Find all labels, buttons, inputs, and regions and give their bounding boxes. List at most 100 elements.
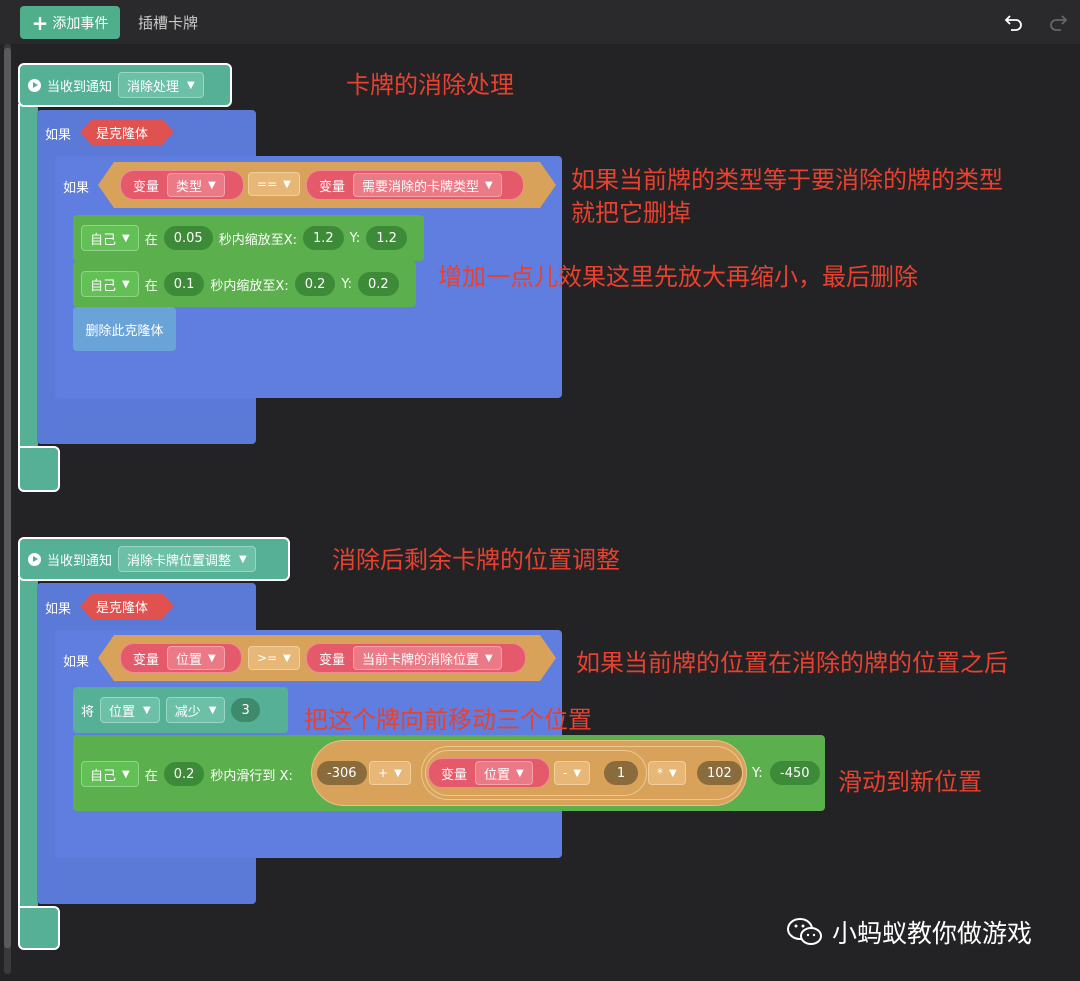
operator-value: + xyxy=(378,766,389,780)
y-input[interactable]: -450 xyxy=(770,761,820,785)
seconds-input[interactable]: 0.05 xyxy=(163,226,213,250)
variable-label: 变量 xyxy=(133,179,160,195)
plus-operator-dropdown[interactable]: + ▼ xyxy=(369,761,411,785)
add-event-button[interactable]: + 添加事件 xyxy=(20,6,120,39)
variable-name: 需要消除的卡牌类型 xyxy=(362,179,480,195)
message-dropdown[interactable]: 消除卡牌位置调整 ▼ xyxy=(118,546,256,572)
chevron-down-icon: ▼ xyxy=(122,768,130,780)
scrollbar-thumb[interactable] xyxy=(4,48,11,948)
event-stem xyxy=(18,577,38,915)
variable-label: 变量 xyxy=(133,652,160,668)
if-label: 如果 xyxy=(45,602,72,617)
chevron-down-icon: ▼ xyxy=(187,79,195,91)
change-variable-block[interactable]: 将 位置 ▼ 减少 ▼ 3 xyxy=(73,687,288,733)
variable-block[interactable]: 变量 需要消除的卡牌类型 ▼ xyxy=(306,170,524,200)
minus-operator-dropdown[interactable]: - ▼ xyxy=(554,761,591,785)
y-label: Y: xyxy=(341,276,353,292)
wechat-icon xyxy=(787,918,822,945)
at-label: 在 xyxy=(144,768,158,784)
scale-block-2[interactable]: 自己 ▼ 在 0.1 秒内缩放至X: 0.2 Y: 0.2 xyxy=(73,261,416,307)
tab-slot-cards[interactable]: 插槽卡牌 xyxy=(138,12,198,33)
plus-icon: + xyxy=(31,10,49,35)
amount-input[interactable]: 3 xyxy=(231,698,260,722)
redo-icon[interactable] xyxy=(1046,10,1070,34)
play-icon xyxy=(28,552,41,566)
watermark: 小蚂蚁教你做游戏 xyxy=(786,914,1032,950)
when-receive-block-1[interactable]: 当收到通知 消除处理 ▼ xyxy=(18,63,232,107)
variable-block[interactable]: 变量 位置 ▼ xyxy=(120,643,242,673)
target-value: 自己 xyxy=(90,232,117,248)
annotation-scale-effect: 增加一点儿效果这里先放大再缩小，最后删除 xyxy=(438,263,918,291)
chevron-down-icon: ▼ xyxy=(239,553,247,565)
variable-dropdown[interactable]: 需要消除的卡牌类型 ▼ xyxy=(353,173,502,197)
y-label: Y: xyxy=(752,766,763,781)
variable-label: 变量 xyxy=(319,179,346,195)
chevron-down-icon: ▼ xyxy=(143,704,151,716)
scale-block-1[interactable]: 自己 ▼ 在 0.05 秒内缩放至X: 1.2 Y: 1.2 xyxy=(73,215,424,261)
glide-prefix: 自己 ▼ 在 0.2 秒内滑行到 X: xyxy=(81,761,293,787)
if-label: 如果 xyxy=(45,128,72,143)
is-clone-label: 是克隆体 xyxy=(96,126,149,142)
mode-dropdown[interactable]: 减少 ▼ xyxy=(165,697,226,723)
y-input[interactable]: 1.2 xyxy=(366,226,407,250)
y-label: Y: xyxy=(349,230,361,246)
target-dropdown[interactable]: 自己 ▼ xyxy=(81,761,139,787)
target-value: 自己 xyxy=(90,768,117,784)
x-input[interactable]: 0.2 xyxy=(294,272,336,296)
watermark-text: 小蚂蚁教你做游戏 xyxy=(832,919,1033,948)
variable-name: 位置 xyxy=(109,704,136,720)
chevron-down-icon: ▼ xyxy=(208,704,217,716)
variable-name: 当前卡牌的消除位置 xyxy=(362,652,480,668)
variable-name: 位置 xyxy=(176,652,203,668)
operator-value: == xyxy=(257,177,278,191)
seconds-input[interactable]: 0.2 xyxy=(163,762,205,786)
message-dropdown[interactable]: 消除处理 ▼ xyxy=(118,72,204,98)
variable-block[interactable]: 变量 位置 ▼ xyxy=(428,758,550,788)
variable-dropdown[interactable]: 位置 ▼ xyxy=(167,646,225,670)
multiplier-input[interactable]: 102 xyxy=(697,761,742,785)
variable-dropdown[interactable]: 位置 ▼ xyxy=(475,761,533,785)
variable-name: 类型 xyxy=(176,179,203,195)
scale-label: 秒内缩放至X: xyxy=(210,278,289,294)
play-icon xyxy=(28,78,41,92)
if-label: 如果 xyxy=(63,181,90,196)
event-stem xyxy=(18,104,38,454)
when-receive-block-2[interactable]: 当收到通知 消除卡牌位置调整 ▼ xyxy=(18,537,290,581)
variable-dropdown[interactable]: 位置 ▼ xyxy=(100,697,160,723)
annotation-type-check: 如果当前牌的类型等于要消除的牌的类型 xyxy=(571,166,1003,194)
chevron-down-icon: ▼ xyxy=(283,178,291,190)
annotation-delete-it: 就把它删掉 xyxy=(571,199,691,227)
chevron-down-icon: ▼ xyxy=(516,767,524,779)
annotation-reposition: 消除后剩余卡牌的位置调整 xyxy=(332,546,620,574)
operator-value: >= xyxy=(257,651,278,665)
scale-label: 秒内缩放至X: xyxy=(218,232,297,248)
variable-block[interactable]: 变量 类型 ▼ xyxy=(120,170,244,200)
is-clone-block[interactable]: 是克隆体 xyxy=(80,593,174,619)
subtract-value-input[interactable]: 1 xyxy=(604,761,638,785)
operator-dropdown[interactable]: == ▼ xyxy=(248,172,300,196)
chevron-down-icon: ▼ xyxy=(573,767,582,779)
variable-dropdown[interactable]: 当前卡牌的消除位置 ▼ xyxy=(353,646,502,670)
operator-dropdown[interactable]: >= ▼ xyxy=(248,646,300,670)
at-label: 在 xyxy=(144,278,158,294)
target-dropdown[interactable]: 自己 ▼ xyxy=(81,225,139,251)
variable-dropdown[interactable]: 类型 ▼ xyxy=(167,173,225,197)
mode-value: 减少 xyxy=(174,704,201,720)
is-clone-block[interactable]: 是克隆体 xyxy=(80,119,174,145)
base-x-input[interactable]: -306 xyxy=(317,761,367,785)
target-dropdown[interactable]: 自己 ▼ xyxy=(81,271,139,297)
chevron-down-icon: ▼ xyxy=(122,278,130,290)
delete-clone-block[interactable]: 删除此克隆体 xyxy=(73,307,176,351)
times-operator-dropdown[interactable]: * ▼ xyxy=(648,761,686,785)
variable-block[interactable]: 变量 当前卡牌的消除位置 ▼ xyxy=(306,643,526,673)
undo-icon[interactable] xyxy=(1002,10,1026,34)
x-input[interactable]: 1.2 xyxy=(302,226,344,250)
message-value: 消除卡牌位置调整 xyxy=(127,553,232,569)
operator-value: - xyxy=(563,766,568,780)
glide-label: 秒内滑行到 X: xyxy=(210,768,293,784)
y-input[interactable]: 0.2 xyxy=(358,272,399,296)
annotation-position-check: 如果当前牌的位置在消除的牌的位置之后 xyxy=(576,649,1008,677)
seconds-input[interactable]: 0.1 xyxy=(163,272,205,296)
at-label: 在 xyxy=(144,232,158,248)
chevron-down-icon: ▼ xyxy=(394,767,402,779)
